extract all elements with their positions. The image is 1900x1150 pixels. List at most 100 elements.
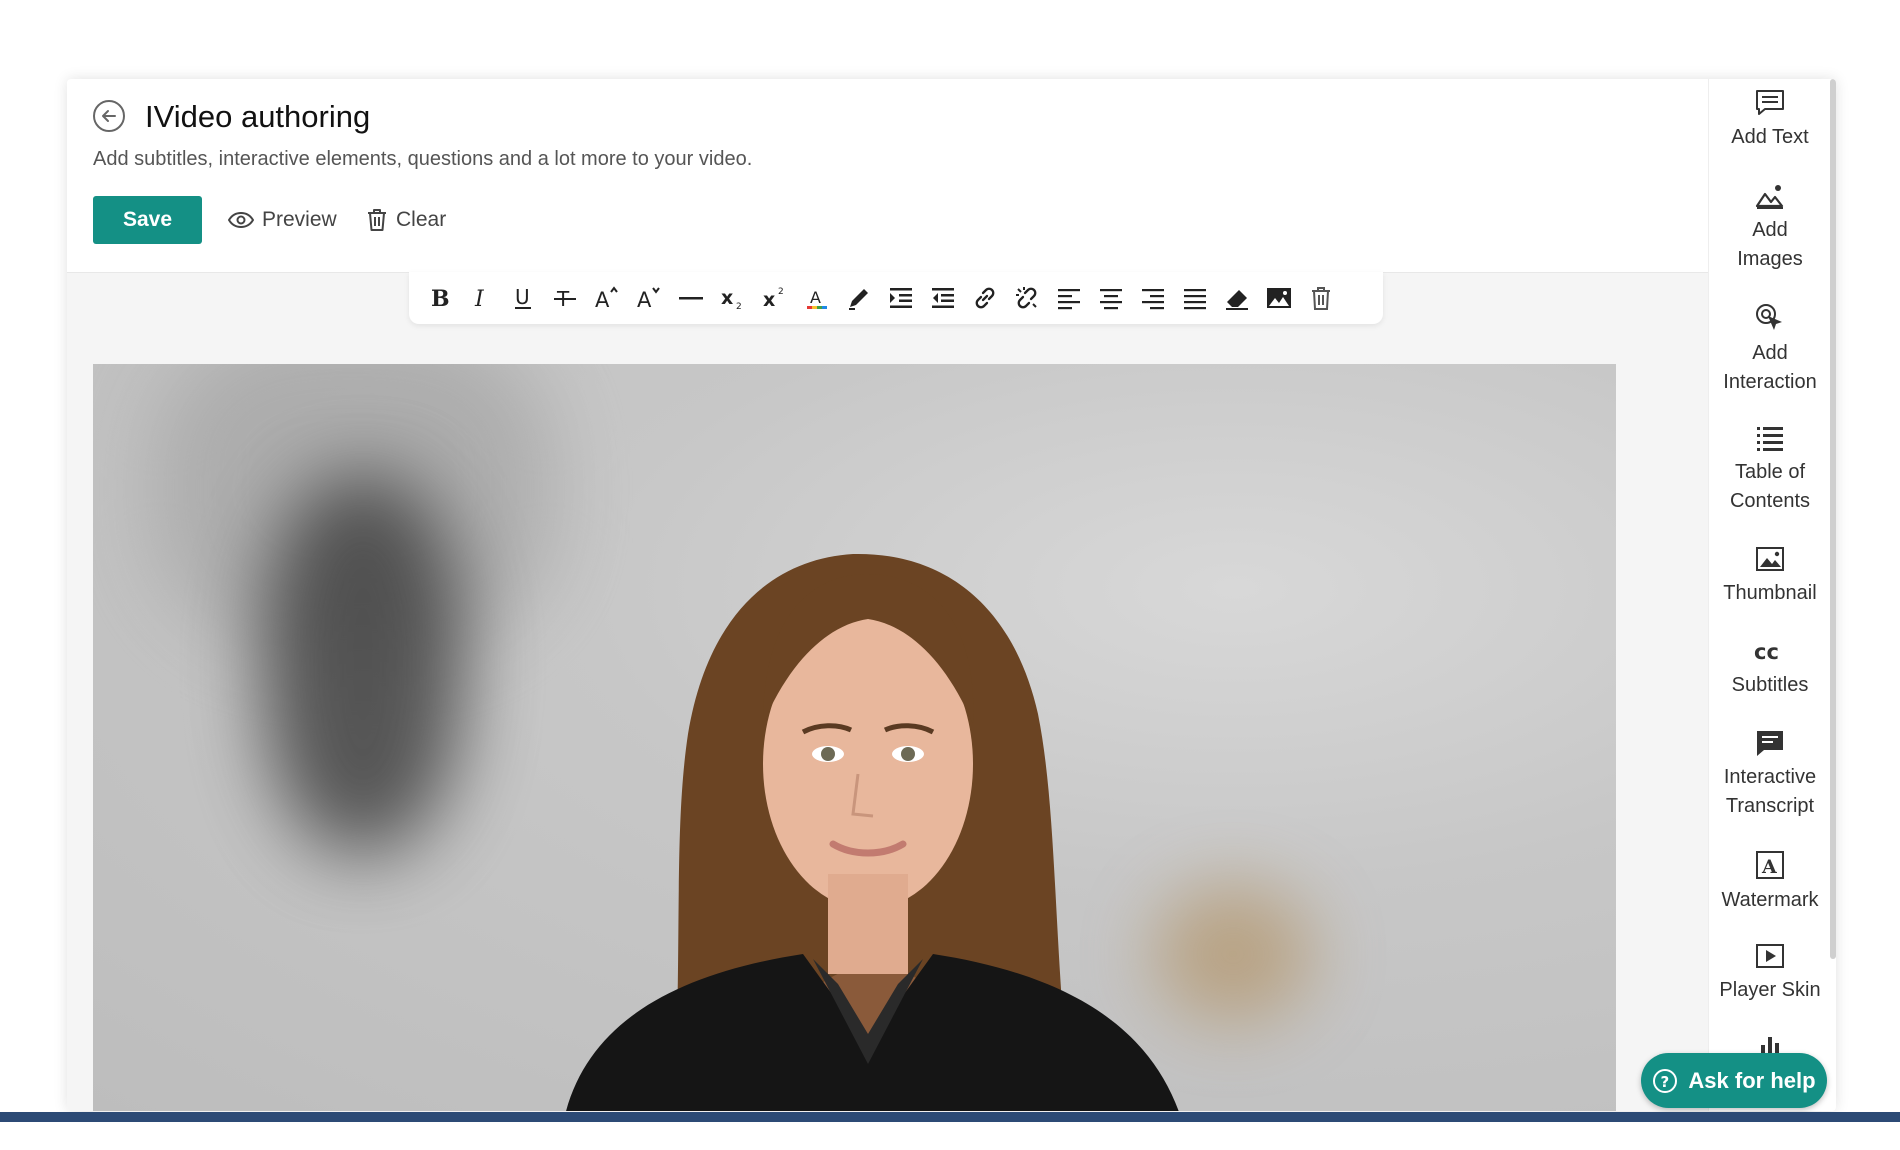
- strikethrough-button[interactable]: T: [547, 281, 582, 316]
- clear-button[interactable]: Clear: [366, 196, 446, 244]
- interactive-transcript-icon: [1757, 731, 1783, 756]
- bottom-bar: [0, 1112, 1900, 1122]
- svg-text:A: A: [595, 288, 610, 311]
- svg-text:U: U: [515, 285, 530, 309]
- ask-for-help-button[interactable]: ? Ask for help: [1641, 1053, 1827, 1108]
- sidebar-item-player-skin[interactable]: Player Skin: [1709, 942, 1831, 1005]
- superscript-button[interactable]: x2: [757, 281, 792, 316]
- back-button[interactable]: [93, 100, 125, 132]
- indent-button[interactable]: [883, 281, 918, 316]
- watermark-icon: A: [1756, 851, 1784, 879]
- header: IVideo authoring Add subtitles, interact…: [67, 79, 1708, 273]
- subscript-button[interactable]: x2: [715, 281, 750, 316]
- main-area: IVideo authoring Add subtitles, interact…: [67, 79, 1708, 1111]
- subtitles-icon: cc: [1754, 640, 1779, 664]
- preview-button[interactable]: Preview: [228, 196, 337, 244]
- align-left-button[interactable]: [1051, 281, 1086, 316]
- delete-button[interactable]: [1303, 281, 1338, 316]
- insert-image-button[interactable]: [1261, 281, 1296, 316]
- italic-icon: I: [474, 287, 485, 311]
- text-color-button[interactable]: A: [799, 281, 834, 316]
- horizontal-rule-icon: [678, 297, 703, 300]
- svg-text:cc: cc: [1754, 640, 1779, 664]
- sidebar-item-thumbnail[interactable]: Thumbnail: [1709, 545, 1831, 608]
- svg-text:2: 2: [736, 302, 742, 311]
- align-justify-icon: [1183, 289, 1206, 310]
- bold-icon: B: [431, 286, 450, 311]
- sidebar-label: Add Text: [1731, 126, 1809, 148]
- italic-button[interactable]: I: [463, 281, 498, 316]
- bold-button[interactable]: B: [421, 281, 456, 316]
- delete-icon: [1311, 287, 1330, 310]
- align-right-icon: [1141, 289, 1164, 310]
- align-right-button[interactable]: [1135, 281, 1170, 316]
- highlight-button[interactable]: [841, 281, 876, 316]
- superscript-icon: x2: [763, 287, 784, 311]
- sidebar-label: Add: [1752, 342, 1788, 364]
- clear-label: Clear: [396, 208, 447, 231]
- strikethrough-icon: T: [553, 287, 576, 311]
- highlight-pen-icon: [848, 289, 868, 310]
- sidebar-label-line2: Transcript: [1725, 795, 1815, 817]
- sidebar-item-subtitles[interactable]: cc Subtitles: [1709, 637, 1831, 700]
- sidebar-item-add-interaction[interactable]: Add Interaction: [1709, 303, 1831, 397]
- svg-text:B: B: [431, 286, 450, 311]
- svg-text:2: 2: [778, 287, 784, 297]
- sidebar-label-line2: Images: [1737, 248, 1803, 270]
- svg-text:I: I: [474, 287, 485, 311]
- page-title: IVideo authoring: [145, 99, 371, 134]
- eraser-icon: [1225, 290, 1248, 310]
- save-button[interactable]: Save: [93, 196, 202, 244]
- align-left-icon: [1057, 289, 1080, 310]
- page-subtitle: Add subtitles, interactive elements, que…: [93, 148, 753, 170]
- ask-for-help-label: Ask for help: [1688, 1067, 1816, 1093]
- font-size-increase-button[interactable]: A: [589, 281, 624, 316]
- insert-image-icon: [1266, 288, 1291, 308]
- sidebar-item-interactive-transcript[interactable]: Interactive Transcript: [1709, 729, 1831, 821]
- rich-text-toolbar: B I U T A A x2 x2 A: [409, 272, 1383, 324]
- sidebar-label-line2: Contents: [1729, 490, 1811, 512]
- thumbnail-icon: [1756, 547, 1784, 571]
- sidebar-label: Player Skin: [1719, 979, 1821, 1001]
- align-justify-button[interactable]: [1177, 281, 1212, 316]
- font-size-increase-icon: A: [595, 286, 618, 311]
- unlink-button[interactable]: [1009, 281, 1044, 316]
- presenter-figure: [566, 553, 1179, 1111]
- add-images-icon: [1755, 185, 1784, 209]
- sidebar-scrollbar[interactable]: [1830, 79, 1836, 959]
- link-icon: [975, 287, 994, 309]
- table-of-contents-icon: [1757, 427, 1783, 451]
- link-button[interactable]: [967, 281, 1002, 316]
- eye-icon: [228, 211, 254, 229]
- background-blur-dark: [263, 474, 463, 854]
- eraser-button[interactable]: [1219, 281, 1254, 316]
- sidebar-label: Table of: [1734, 461, 1806, 483]
- font-size-decrease-button[interactable]: A: [631, 281, 666, 316]
- help-icon: ?: [1653, 1068, 1678, 1093]
- outdent-button[interactable]: [925, 281, 960, 316]
- player-skin-icon: [1756, 944, 1784, 968]
- outdent-icon: [931, 288, 954, 308]
- svg-text:?: ?: [1661, 1073, 1670, 1091]
- horizontal-rule-button[interactable]: [673, 281, 708, 316]
- sidebar-label: Thumbnail: [1723, 582, 1817, 604]
- unlink-icon: [1015, 287, 1037, 309]
- sidebar-label: Add: [1752, 219, 1788, 241]
- sidebar-item-add-text[interactable]: Add Text: [1709, 89, 1831, 152]
- video-preview[interactable]: [93, 364, 1616, 1111]
- svg-text:A: A: [810, 288, 821, 307]
- font-size-decrease-icon: A: [637, 287, 660, 311]
- trash-icon: [368, 209, 386, 231]
- subscript-icon: x2: [721, 287, 742, 311]
- sidebar-item-watermark[interactable]: A Watermark: [1709, 850, 1831, 915]
- sidebar-label-line2: Interaction: [1723, 371, 1817, 393]
- underline-button[interactable]: U: [505, 281, 540, 316]
- svg-text:A: A: [1761, 856, 1777, 878]
- align-center-button[interactable]: [1093, 281, 1128, 316]
- sidebar-item-table-of-contents[interactable]: Table of Contents: [1709, 424, 1831, 516]
- text-color-icon: A: [806, 288, 827, 309]
- sidebar-item-add-images[interactable]: Add Images: [1709, 182, 1831, 274]
- sidebar-label: Watermark: [1721, 889, 1819, 911]
- authoring-card: IVideo authoring Add subtitles, interact…: [67, 79, 1836, 1111]
- side-panel: Add Text Add Images Add Interaction Tabl…: [1708, 79, 1831, 1111]
